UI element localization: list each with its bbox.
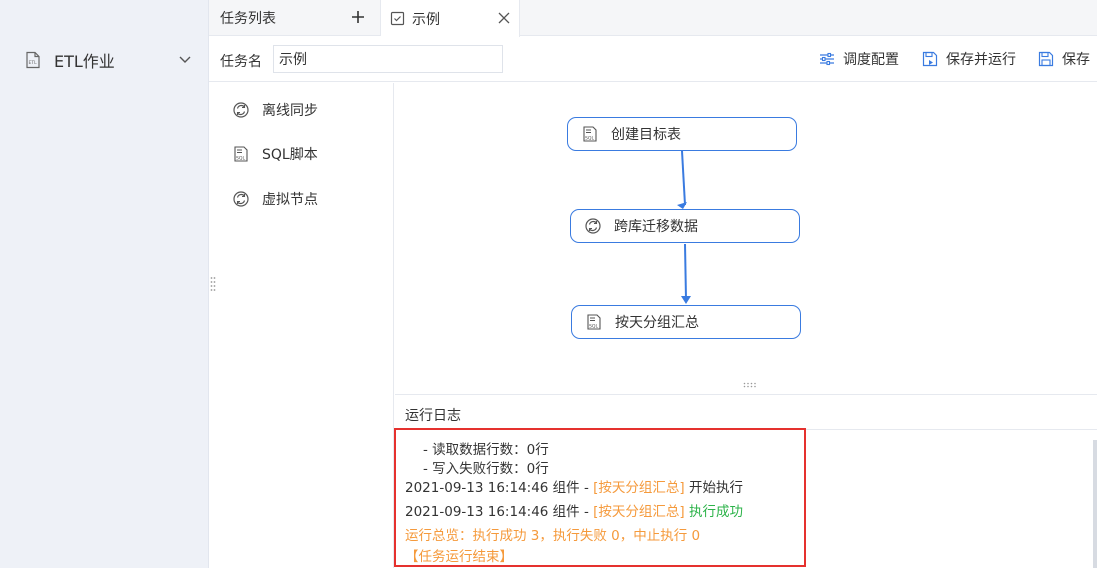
sidebar-item-etl-label: ETL作业 (54, 52, 115, 71)
node-type-label: SQL脚本 (262, 147, 318, 163)
log-status: 开始执行 (684, 480, 743, 496)
node-type-sql-script[interactable]: SQL SQL脚本 (232, 142, 318, 166)
log-component: [按天分组汇总] (593, 504, 685, 520)
flow-edge-1 (681, 150, 686, 206)
svg-text:SQL: SQL (236, 156, 246, 162)
log-component: [按天分组汇总] (593, 480, 685, 496)
tab-example[interactable]: 示例 (381, 0, 520, 37)
log-summary: 运行总览：执行成功 3，执行失败 0，中止执行 0 (405, 528, 701, 544)
log-line-read-rows: - 读取数据行数：0行 (423, 442, 549, 458)
tab-task-list[interactable]: 任务列表 (209, 0, 381, 36)
log-line-write-fail-rows: - 写入失败行数：0行 (423, 461, 549, 477)
etl-document-icon: ETL (26, 51, 40, 69)
sync-icon (585, 218, 601, 234)
log-status-success: 执行成功 (684, 504, 743, 520)
add-tab-icon[interactable] (350, 9, 366, 25)
log-timestamp: 2021-09-13 16:14:46 组件 - (405, 504, 594, 520)
close-icon[interactable] (497, 11, 511, 25)
flow-node-cross-db-migration[interactable]: 跨库迁移数据 (570, 209, 800, 243)
save-button[interactable]: 保存 (1038, 49, 1090, 69)
task-toolbar: 任务名 调度配置 保存并运行 保存 (209, 37, 1097, 82)
sql-script-icon: SQL (583, 126, 597, 142)
sliders-icon (820, 52, 834, 66)
sidebar-item-etl[interactable]: ETL ETL作业 (0, 40, 208, 80)
node-type-panel: 离线同步 SQL SQL脚本 虚拟节点 (209, 83, 394, 568)
save-run-icon (922, 51, 938, 67)
sql-script-icon: SQL (234, 146, 248, 162)
flow-node-label: 按天分组汇总 (615, 315, 699, 331)
flow-edge-2 (684, 243, 687, 300)
flow-node-label: 创建目标表 (611, 127, 681, 143)
app-root: ETL ETL作业 任务列表 示例 任务名 示例 调度配置 保存并运行 保存 离… (0, 0, 1097, 568)
node-type-label: 虚拟节点 (262, 192, 318, 208)
save-label: 保存 (1062, 52, 1090, 68)
tab-example-label: 示例 (412, 11, 440, 28)
log-end: 【任务运行结束】 (405, 549, 513, 565)
run-log-header: 运行日志 (395, 394, 1097, 430)
flow-node-label: 跨库迁移数据 (614, 219, 698, 235)
run-log-highlight-box: - 读取数据行数：0行 - 写入失败行数：0行 2021-09-13 16:14… (394, 428, 806, 567)
panel-drag-handle[interactable] (210, 276, 216, 292)
schedule-config-button[interactable]: 调度配置 (819, 49, 899, 69)
task-check-icon (390, 11, 405, 26)
flow-arrow-2 (681, 296, 691, 304)
virtual-node-icon (233, 191, 249, 207)
flow-canvas[interactable]: SQL 创建目标表 跨库迁移数据 SQL 按天分组汇总 (395, 83, 1097, 393)
tab-bar: 任务列表 示例 (209, 0, 1097, 37)
task-name-input[interactable] (273, 45, 503, 73)
flow-node-create-table[interactable]: SQL 创建目标表 (567, 117, 797, 151)
sql-script-icon: SQL (587, 314, 601, 330)
node-type-virtual-node[interactable]: 虚拟节点 (232, 187, 318, 211)
log-timestamp: 2021-09-13 16:14:46 组件 - (405, 480, 594, 496)
left-sidebar: ETL ETL作业 (0, 0, 209, 568)
node-type-offline-sync[interactable]: 离线同步 (232, 98, 318, 122)
task-name-label: 任务名 (220, 54, 262, 70)
sync-icon (233, 102, 249, 118)
svg-text:SQL: SQL (585, 136, 595, 142)
flow-arrow-1 (677, 202, 687, 209)
log-scrollbar[interactable] (1093, 440, 1097, 568)
log-line-start: 2021-09-13 16:14:46 组件 - [按天分组汇总] 开始执行 (405, 476, 743, 496)
save-icon (1038, 51, 1054, 67)
chevron-down-icon[interactable] (178, 52, 192, 66)
svg-text:SQL: SQL (589, 324, 599, 330)
svg-text:ETL: ETL (29, 60, 38, 66)
save-and-run-button[interactable]: 保存并运行 (922, 49, 1016, 69)
log-resize-handle[interactable] (743, 382, 757, 388)
log-line-success: 2021-09-13 16:14:46 组件 - [按天分组汇总] 执行成功 (405, 500, 743, 520)
flow-node-group-by-day[interactable]: SQL 按天分组汇总 (571, 305, 801, 339)
run-log-title: 运行日志 (405, 408, 461, 424)
save-and-run-label: 保存并运行 (946, 52, 1016, 68)
tab-task-list-label: 任务列表 (220, 11, 276, 27)
node-type-label: 离线同步 (262, 103, 318, 119)
schedule-config-label: 调度配置 (843, 52, 899, 68)
